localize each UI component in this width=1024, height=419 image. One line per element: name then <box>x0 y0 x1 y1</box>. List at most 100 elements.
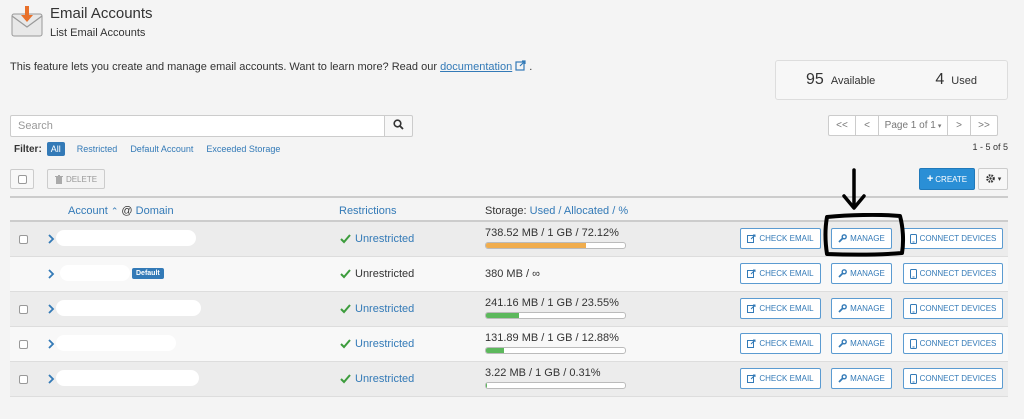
account-name-redacted <box>56 230 196 246</box>
manage-button[interactable]: MANAGE <box>831 263 892 284</box>
check-email-button[interactable]: CHECK EMAIL <box>740 333 821 354</box>
storage-bar <box>485 347 626 354</box>
external-link-icon <box>747 339 756 348</box>
documentation-link[interactable]: documentation <box>440 61 512 73</box>
next-page-button[interactable]: > <box>947 115 971 136</box>
available-count: 95 <box>806 71 824 88</box>
chevron-right-icon[interactable] <box>47 373 55 385</box>
connect-devices-button[interactable]: CONNECT DEVICES <box>903 228 1003 249</box>
account-name-redacted <box>56 335 176 351</box>
manage-button[interactable]: MANAGE <box>831 298 892 319</box>
filter-default-account[interactable]: Default Account <box>130 144 193 154</box>
trash-icon <box>54 174 63 184</box>
restriction-status: Unrestricted <box>340 233 414 245</box>
storage-separator: / <box>558 205 562 217</box>
filter-all[interactable]: All <box>46 142 65 156</box>
chevron-right-icon[interactable] <box>47 338 55 350</box>
restrictions-header[interactable]: Restrictions <box>339 205 396 217</box>
search-button[interactable] <box>385 115 413 137</box>
check-icon <box>340 304 351 314</box>
check-email-label: CHECK EMAIL <box>759 374 814 383</box>
restriction-status: Unrestricted <box>340 338 414 350</box>
connect-devices-button[interactable]: CONNECT DEVICES <box>903 333 1003 354</box>
check-email-button[interactable]: CHECK EMAIL <box>740 228 821 249</box>
used-stat: 4 Used <box>935 71 977 89</box>
filter-restricted[interactable]: Restricted <box>77 144 118 154</box>
table-row: Unrestricted 131.89 MB / 1 GB / 12.88% C… <box>10 327 1008 362</box>
storage-separator: / <box>612 205 616 217</box>
page-title: Email Accounts <box>50 5 153 22</box>
domain-sort-link[interactable]: Domain <box>136 205 174 217</box>
restriction-status: Unrestricted <box>340 303 414 315</box>
wrench-icon <box>838 269 848 278</box>
caret-down-icon: ▾ <box>997 176 1002 183</box>
plus-icon: + <box>926 173 934 185</box>
checkbox-icon <box>17 174 27 184</box>
row-checkbox[interactable] <box>19 235 28 244</box>
restriction-text: Unrestricted <box>355 373 415 385</box>
restriction-status: Unrestricted <box>340 373 414 385</box>
feature-description: This feature lets you create and manage … <box>10 60 532 73</box>
first-page-button[interactable]: << <box>828 115 856 136</box>
prev-page-button[interactable]: < <box>855 115 879 136</box>
connect-devices-button[interactable]: CONNECT DEVICES <box>903 298 1003 319</box>
check-email-label: CHECK EMAIL <box>759 269 814 278</box>
row-checkbox[interactable] <box>19 305 28 314</box>
restrictions-sort-link[interactable]: Restrictions <box>339 205 396 217</box>
chevron-right-icon[interactable] <box>47 268 55 280</box>
manage-button[interactable]: MANAGE <box>831 333 892 354</box>
row-checkbox[interactable] <box>19 340 28 349</box>
connect-devices-button[interactable]: CONNECT DEVICES <box>903 263 1003 284</box>
account-name-redacted <box>56 300 201 316</box>
settings-dropdown-button[interactable]: ▾ <box>978 168 1008 190</box>
connect-devices-label: CONNECT DEVICES <box>919 304 997 313</box>
filter-exceeded-storage[interactable]: Exceeded Storage <box>206 144 280 154</box>
check-email-label: CHECK EMAIL <box>759 304 814 313</box>
page-label: Page 1 of 1 <box>884 120 936 131</box>
manage-label: MANAGE <box>850 269 885 278</box>
external-link-icon <box>747 304 756 313</box>
storage-bar <box>485 312 626 319</box>
manage-button[interactable]: MANAGE <box>831 368 892 389</box>
check-icon <box>340 234 351 244</box>
account-name-redacted <box>56 370 199 386</box>
storage-usage: 131.89 MB / 1 GB / 12.88% <box>485 332 619 344</box>
check-email-button[interactable]: CHECK EMAIL <box>740 368 821 389</box>
connect-devices-button[interactable]: CONNECT DEVICES <box>903 368 1003 389</box>
row-checkbox[interactable] <box>19 375 28 384</box>
last-page-button[interactable]: >> <box>970 115 998 136</box>
storage-usage: 738.52 MB / 1 GB / 72.12% <box>485 227 619 239</box>
account-sort-link[interactable]: Account <box>68 205 108 217</box>
search-input[interactable] <box>10 115 385 137</box>
manage-label: MANAGE <box>850 304 885 313</box>
account-domain-header[interactable]: Account ⌃ @ Domain <box>68 205 174 217</box>
storage-usage: 3.22 MB / 1 GB / 0.31% <box>485 367 601 379</box>
wrench-icon <box>838 339 848 348</box>
storage-bar-fill <box>486 348 504 353</box>
storage-bar <box>485 242 626 249</box>
gear-icon <box>985 173 996 186</box>
results-range: 1 - 5 of 5 <box>972 142 1008 152</box>
allocated-sort-link[interactable]: Allocated <box>564 205 609 217</box>
storage-bar <box>485 382 626 389</box>
chevron-right-icon[interactable] <box>47 303 55 315</box>
used-sort-link[interactable]: Used <box>530 205 556 217</box>
create-button[interactable]: + CREATE <box>919 168 975 190</box>
annotation-arrow <box>842 168 866 210</box>
select-all-checkbox[interactable] <box>10 169 34 189</box>
storage-usage: 241.16 MB / 1 GB / 23.55% <box>485 297 619 309</box>
percent-sort-link[interactable]: % <box>618 205 628 217</box>
description-suffix: . <box>529 61 533 73</box>
wrench-icon <box>838 374 848 383</box>
check-email-button[interactable]: CHECK EMAIL <box>740 263 821 284</box>
wrench-icon <box>838 304 848 313</box>
available-label: Available <box>830 75 876 87</box>
page-select[interactable]: Page 1 of 1 ▾ <box>878 115 948 136</box>
chevron-right-icon[interactable] <box>47 233 55 245</box>
account-stats: 95 Available 4 Used <box>775 60 1008 100</box>
caret-down-icon: ▾ <box>937 122 942 130</box>
available-stat: 95 Available <box>806 71 875 89</box>
delete-button[interactable]: DELETE <box>47 169 105 189</box>
connect-devices-label: CONNECT DEVICES <box>919 269 997 278</box>
check-email-button[interactable]: CHECK EMAIL <box>740 298 821 319</box>
